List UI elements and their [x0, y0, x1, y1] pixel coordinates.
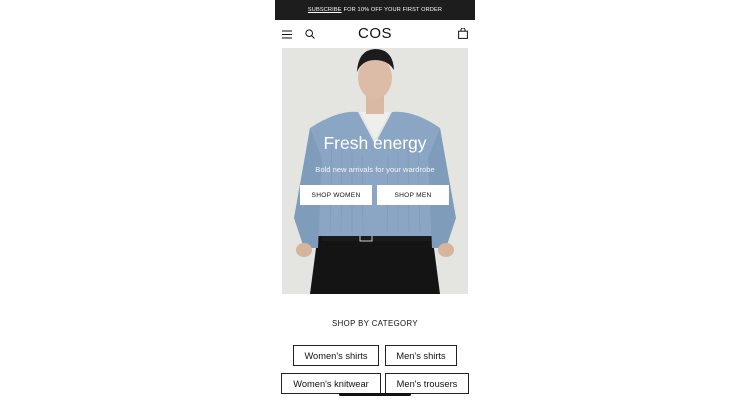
site-header: COS: [275, 20, 475, 48]
shop-by-category-heading: SHOP BY CATEGORY: [332, 319, 418, 328]
promo-banner[interactable]: SUBSCRIBE FOR 10% OFF YOUR FIRST ORDER: [275, 0, 475, 20]
mobile-page: SUBSCRIBE FOR 10% OFF YOUR FIRST ORDER C…: [275, 0, 475, 400]
cos-logo[interactable]: COS: [345, 25, 405, 42]
category-mens-shirts[interactable]: Men's shirts: [385, 345, 457, 366]
subscribe-link[interactable]: SUBSCRIBE: [308, 7, 342, 13]
shopping-bag-icon[interactable]: [458, 28, 468, 39]
search-icon[interactable]: [305, 29, 315, 39]
category-womens-knitwear[interactable]: Women's knitwear: [281, 373, 381, 394]
shop-men-button[interactable]: SHOP MEN: [377, 185, 449, 205]
menu-icon[interactable]: [282, 30, 292, 39]
hero-subtitle: Bold new arrivals for your wardrobe: [315, 165, 435, 174]
category-womens-shirts[interactable]: Women's shirts: [293, 345, 379, 366]
promo-text: FOR 10% OFF YOUR FIRST ORDER: [343, 7, 443, 13]
hero-title: Fresh energy: [323, 133, 427, 153]
home-indicator: [339, 393, 411, 396]
shop-women-button[interactable]: SHOP WOMEN: [300, 185, 372, 205]
hero-banner[interactable]: Fresh energy Bold new arrivals for your …: [282, 48, 468, 294]
category-mens-trousers[interactable]: Men's trousers: [385, 373, 469, 394]
